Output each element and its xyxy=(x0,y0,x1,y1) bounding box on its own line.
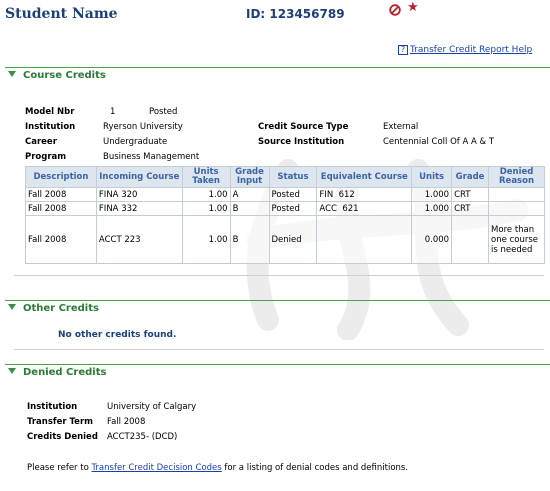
star-icon[interactable]: ★ xyxy=(407,1,419,15)
denied-institution-label: Institution xyxy=(27,402,78,412)
student-id: ID: 123456789 xyxy=(246,7,345,21)
model-nbr-label: Model Nbr xyxy=(25,107,75,117)
header-bar: Student Name ID: 123456789 ★ xyxy=(0,0,550,30)
table-cell: ACC 621 xyxy=(316,201,413,216)
table-cell xyxy=(488,201,545,216)
program-value: Business Management xyxy=(103,152,200,162)
table-cell: FINA 332 xyxy=(95,201,183,216)
help-icon[interactable]: ? xyxy=(398,45,408,55)
footer-prefix: Please refer to xyxy=(27,463,92,473)
table-row: Fall 2008 FINA 320 1.00 A Posted FIN 612… xyxy=(25,187,545,202)
transfer-term-label: Transfer Term xyxy=(27,417,93,427)
table-cell xyxy=(488,187,545,202)
column-header[interactable]: Grade Input xyxy=(229,166,270,188)
table-cell xyxy=(451,215,490,264)
student-name: Student Name xyxy=(5,6,118,22)
table-cell: B xyxy=(229,215,270,264)
table-cell: Fall 2008 xyxy=(25,215,97,264)
table-cell: B xyxy=(229,201,270,216)
institution-value: Ryerson University xyxy=(103,122,183,132)
column-header[interactable]: Denied Reason xyxy=(488,166,545,188)
column-header[interactable]: Units Taken xyxy=(181,166,231,188)
no-other-credits-message: No other credits found. xyxy=(58,330,177,340)
denied-institution-value: University of Calgary xyxy=(107,402,197,412)
column-header[interactable]: Incoming Course xyxy=(95,166,183,188)
table-cell: CRT xyxy=(451,187,490,202)
column-header[interactable]: Equivalent Course xyxy=(316,166,413,188)
source-institution-label: Source Institution xyxy=(258,137,345,147)
table-cell: More than one course is needed xyxy=(488,215,545,264)
credits-denied-value: ACCT235- (DCD) xyxy=(107,432,178,442)
table-cell: 0.000 xyxy=(411,215,453,264)
table-cell: 1.000 xyxy=(411,187,453,202)
table-row: Fall 2008 ACCT 223 1.00 B Denied 0.000 M… xyxy=(25,215,545,264)
help-link[interactable]: ? Transfer Credit Report Help xyxy=(398,45,532,55)
table-cell: Denied xyxy=(268,215,318,264)
section-denied-credits[interactable]: Denied Credits xyxy=(5,364,550,380)
career-label: Career xyxy=(25,137,57,147)
table-cell: Fall 2008 xyxy=(25,187,97,202)
table-cell: Posted xyxy=(268,187,318,202)
career-value: Undergraduate xyxy=(103,137,168,147)
institution-label: Institution xyxy=(25,122,76,132)
credit-source-type-value: External xyxy=(383,122,419,132)
collapse-triangle-icon[interactable] xyxy=(8,71,16,77)
collapse-triangle-icon[interactable] xyxy=(8,368,16,374)
section-title: Course Credits xyxy=(23,70,106,81)
collapse-triangle-icon[interactable] xyxy=(8,304,16,310)
section-divider xyxy=(14,275,544,276)
table-cell: 1.00 xyxy=(181,215,231,264)
help-link-label[interactable]: Transfer Credit Report Help xyxy=(410,45,532,55)
section-course-credits[interactable]: Course Credits xyxy=(5,67,550,83)
section-other-credits[interactable]: Other Credits xyxy=(5,300,550,316)
column-header[interactable]: Grade xyxy=(451,166,490,188)
table-cell: A xyxy=(229,187,270,202)
course-credits-table: Description Incoming Course Units Taken … xyxy=(25,166,545,264)
section-title: Other Credits xyxy=(23,303,99,314)
table-cell: Fall 2008 xyxy=(25,201,97,216)
table-cell: FIN 612 xyxy=(316,187,413,202)
table-row: Fall 2008 FINA 332 1.00 B Posted ACC 621… xyxy=(25,201,545,216)
table-cell: 1.000 xyxy=(411,201,453,216)
table-cell: CRT xyxy=(451,201,490,216)
table-cell: 1.00 xyxy=(181,187,231,202)
section-divider xyxy=(14,349,544,350)
column-header[interactable]: Status xyxy=(268,166,318,188)
section-title: Denied Credits xyxy=(23,367,107,378)
model-status-value: Posted xyxy=(149,107,178,117)
table-header-row: Description Incoming Course Units Taken … xyxy=(25,166,545,188)
table-cell xyxy=(316,215,413,264)
model-nbr-value: 1 xyxy=(110,107,116,117)
footer-suffix: for a listing of denial codes and defini… xyxy=(221,463,409,473)
source-institution-value: Centennial Coll Of A A & T xyxy=(383,137,495,147)
column-header[interactable]: Units xyxy=(411,166,453,188)
footer-note: Please refer to Transfer Credit Decision… xyxy=(27,463,408,473)
credit-source-type-label: Credit Source Type xyxy=(258,122,349,132)
program-label: Program xyxy=(25,152,67,162)
table-cell: 1.00 xyxy=(181,201,231,216)
column-header[interactable]: Description xyxy=(25,166,97,188)
table-cell: FINA 320 xyxy=(95,187,183,202)
transfer-term-value: Fall 2008 xyxy=(107,417,146,427)
table-cell: ACCT 223 xyxy=(95,215,183,264)
no-entry-icon[interactable] xyxy=(389,4,401,16)
table-cell: Posted xyxy=(268,201,318,216)
credits-denied-label: Credits Denied xyxy=(27,432,98,442)
decision-codes-link[interactable]: Transfer Credit Decision Codes xyxy=(91,463,221,473)
